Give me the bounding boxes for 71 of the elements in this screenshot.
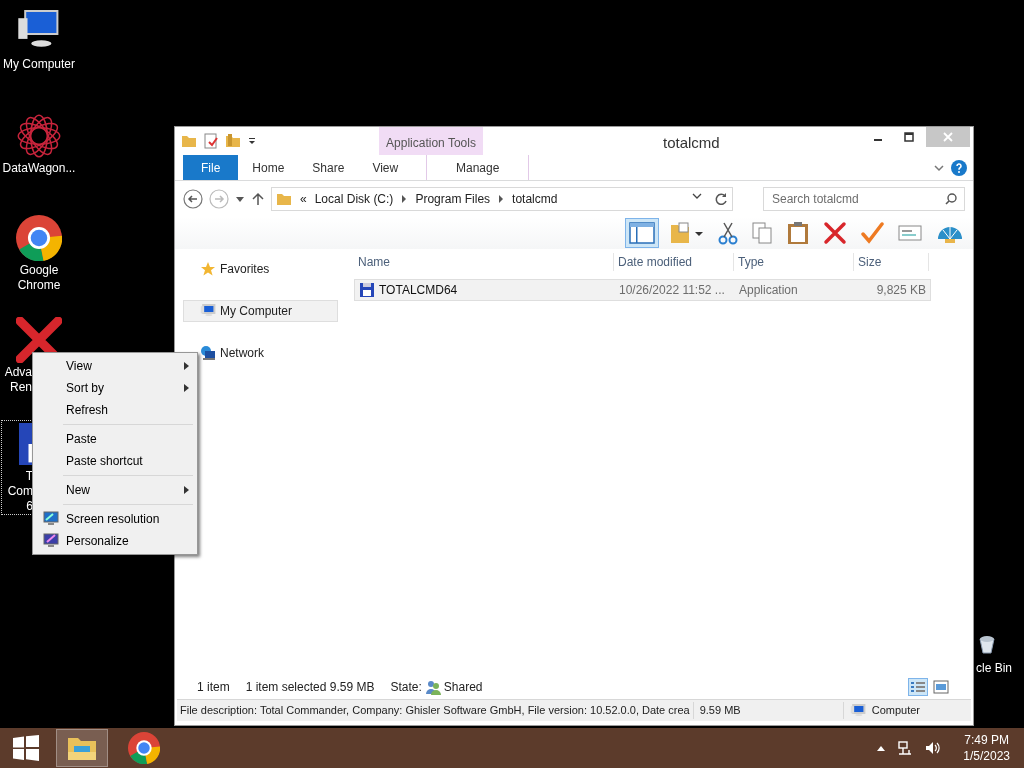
breadcrumb-overflow[interactable]: « <box>300 190 307 208</box>
properties-icon[interactable] <box>203 133 219 149</box>
monitor-icon <box>42 511 59 527</box>
star-ornament-icon <box>16 113 62 159</box>
network-icon <box>200 345 216 361</box>
monitor-icon <box>42 533 59 549</box>
show-hidden-icons-icon[interactable] <box>877 745 886 751</box>
breadcrumb[interactable]: totalcmd <box>512 190 558 208</box>
chrome-icon[interactable] <box>128 732 160 764</box>
column-header[interactable]: Date modified <box>614 253 734 271</box>
breadcrumb[interactable]: Local Disk (C:) <box>314 190 394 208</box>
dropdown-icon[interactable] <box>247 136 257 146</box>
window-title: totalcmd <box>663 133 720 153</box>
menu-item[interactable]: Paste shortcut <box>35 450 195 472</box>
cross-icon <box>16 317 62 363</box>
refresh-icon[interactable] <box>714 192 728 206</box>
ribbon-tab[interactable]: View <box>358 155 413 180</box>
menu-item[interactable]: Refresh <box>35 399 195 421</box>
people-icon <box>424 679 441 695</box>
size-info: 9.59 MB <box>693 702 844 719</box>
taskbar-app[interactable] <box>56 729 108 767</box>
submenu-arrow-icon <box>184 384 189 392</box>
contextual-tab-group: Application Tools <box>379 127 483 155</box>
folder-icon <box>276 191 292 207</box>
maximize-icon[interactable] <box>904 132 914 142</box>
recent-locations-icon[interactable] <box>235 194 245 204</box>
column-header[interactable]: Size <box>854 253 929 271</box>
column-header[interactable]: Name <box>354 253 614 271</box>
desktop-shortcut[interactable]: cle Bin <box>975 630 1023 677</box>
file-details: File description: Total Commander, Company: Ghisler Software GmbH, File version: 10.52.0.0, Date crea <box>177 702 694 719</box>
computer-icon <box>200 303 216 319</box>
desktop-shortcut[interactable]: Google Chrome <box>0 214 78 294</box>
desktop-shortcut[interactable]: DataWagon... <box>0 112 78 177</box>
ribbon-tab[interactable]: Home <box>238 155 299 180</box>
navigation-item[interactable]: My Computer <box>183 300 338 322</box>
search-field[interactable]: Search totalcmd <box>763 187 965 211</box>
submenu-arrow-icon <box>184 362 189 370</box>
desktop-shortcut[interactable]: My Computer <box>0 8 78 73</box>
star-icon <box>200 261 216 277</box>
file-row[interactable]: TOTALCMD64 10/26/2022 11:52 ... Application 9,825 KB <box>354 279 931 301</box>
breadcrumb[interactable]: Program Files <box>415 190 491 208</box>
up-icon[interactable] <box>251 192 265 206</box>
search-icon[interactable] <box>945 193 957 205</box>
submenu-arrow-icon <box>184 486 189 494</box>
selection-info: 1 item selected 9.59 MB <box>245 679 375 696</box>
ribbon-tab[interactable]: Manage <box>426 155 530 180</box>
menu-item[interactable]: New <box>35 479 195 501</box>
menu-item[interactable]: Personalize <box>35 530 195 552</box>
ribbon-tab[interactable]: File <box>183 155 239 180</box>
help-icon[interactable] <box>951 159 967 176</box>
speaker-icon[interactable] <box>925 740 942 756</box>
column-header[interactable]: Type <box>734 253 854 271</box>
recycle-bin-icon <box>976 633 998 655</box>
menu-item[interactable]: Screen resolution <box>35 508 195 530</box>
item-count: 1 item <box>197 679 230 696</box>
new-folder-icon[interactable] <box>225 133 241 149</box>
navigation-item[interactable]: Favorites <box>183 258 338 280</box>
chevron-icon <box>401 195 408 203</box>
state-label: State: <box>390 679 422 696</box>
back-icon[interactable] <box>183 189 203 209</box>
ribbon-tab[interactable]: Share <box>298 155 359 180</box>
dropdown-icon[interactable] <box>692 192 702 200</box>
start-icon[interactable] <box>12 734 40 762</box>
state-value: Shared <box>443 679 483 696</box>
clock[interactable]: 7:49 PM 1/5/2023 <box>963 732 1010 764</box>
chevron-icon <box>498 195 505 203</box>
network-icon[interactable] <box>897 740 914 756</box>
menu-item[interactable]: Paste <box>35 428 195 450</box>
address-bar[interactable]: « Local Disk (C:) Program Files totalcmd <box>271 187 733 211</box>
chrome-icon <box>16 215 62 261</box>
zone-label: Computer <box>871 703 920 719</box>
